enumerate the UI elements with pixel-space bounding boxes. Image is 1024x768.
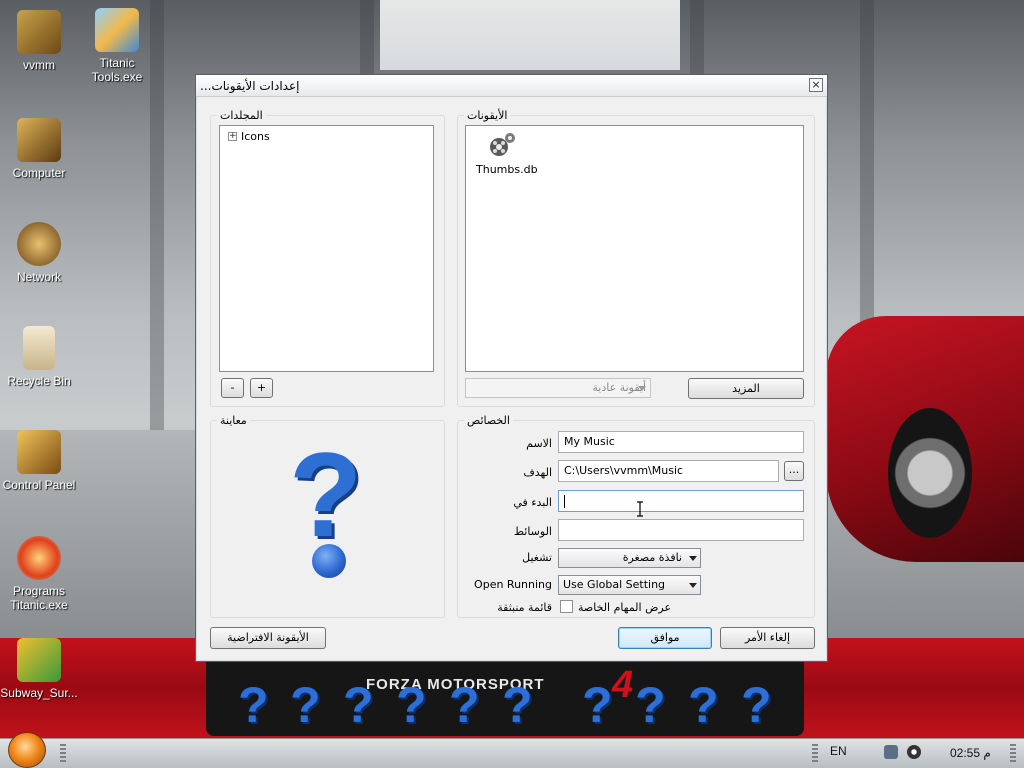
show-tasks-checkbox[interactable] <box>560 600 573 613</box>
desktop-icon-control-panel[interactable]: Control Panel <box>0 430 78 492</box>
desktop-icon-titanic-tools[interactable]: Titanic Tools.exe <box>78 8 156 84</box>
desktop-icon-vvmm[interactable]: vvmm <box>0 10 78 72</box>
dialog-titlebar[interactable]: إعدادات الأيقونات... × <box>196 75 827 97</box>
dialog-title: إعدادات الأيقونات... <box>200 79 300 93</box>
question-mark-icon: ? <box>343 677 374 733</box>
start-in-label: البدء في <box>513 496 552 509</box>
icons-list[interactable]: Thumbs.db <box>465 125 804 372</box>
text-cursor-icon <box>637 501 643 517</box>
properties-group-label: الخصائص <box>464 414 513 427</box>
desktop-icon-subway-surfers[interactable]: Subway_Sur... <box>0 638 78 700</box>
preview-group-label: معاينة <box>217 414 250 427</box>
name-field[interactable]: My Music <box>558 431 804 453</box>
icons-group: الأيقونات Thumbs.db أيقونة عادية المزيد <box>457 109 815 407</box>
tools-icon <box>95 8 139 52</box>
preview-question-dot <box>312 544 346 578</box>
control-panel-icon <box>17 430 61 474</box>
chevron-down-icon <box>689 556 697 561</box>
gear-film-icon <box>490 133 515 156</box>
desktop-icon-label: Subway_Sur... <box>0 686 78 700</box>
popup-menu-label: قائمة منبثقة <box>497 601 552 614</box>
add-folder-button[interactable]: + <box>250 378 273 398</box>
open-running-label: Open Running <box>474 578 552 591</box>
arguments-label: الوسائط <box>513 525 552 538</box>
desktop-icon-computer[interactable]: Computer <box>0 118 78 180</box>
question-mark-icon: ? <box>741 677 772 733</box>
cancel-button[interactable]: إلغاء الأمر <box>720 627 815 649</box>
question-mark-icon: ? <box>582 677 613 733</box>
icon-settings-dialog: إعدادات الأيقونات... × المجلدات + Icons … <box>195 74 828 662</box>
remove-folder-button[interactable]: - <box>221 378 244 398</box>
desktop-icon-programs-titanic[interactable]: Programs Titanic.exe <box>0 536 78 612</box>
run-value: نافذة مصغرة <box>622 551 682 564</box>
taskbar <box>0 738 1024 768</box>
question-mark-icon: ? <box>290 677 321 733</box>
desktop-icon-label: Control Panel <box>2 478 76 492</box>
desktop-icon-label: vvmm <box>23 58 55 72</box>
run-label: تشغيل <box>522 551 552 564</box>
taskbar-grip[interactable] <box>60 744 66 762</box>
user-folder-icon <box>17 10 61 54</box>
desktop-icon-recycle-bin[interactable]: Recycle Bin <box>0 326 78 388</box>
car-wheel <box>888 408 972 538</box>
close-button[interactable]: × <box>809 78 823 92</box>
show-tasks-label: عرض المهام الخاصة <box>578 601 672 614</box>
question-mark-icon: ? <box>449 677 480 733</box>
computer-icon <box>17 118 61 162</box>
folders-tree[interactable]: + Icons <box>219 125 434 372</box>
question-mark-icon: ? <box>396 677 427 733</box>
preview-question-icon: ? <box>289 428 363 562</box>
chevron-down-icon <box>689 583 697 588</box>
desktop-icon-label: Recycle Bin <box>7 374 71 388</box>
question-mark-icon: ? <box>635 677 666 733</box>
network-icon <box>17 222 61 266</box>
tree-item-label: Icons <box>241 130 270 143</box>
desktop-icon-label: Computer <box>12 166 66 180</box>
desktop-icon-label: Network <box>16 270 61 284</box>
browse-button[interactable]: ... <box>784 461 804 481</box>
target-field[interactable]: C:\Users\vvmm\Music <box>558 460 779 482</box>
question-mark-icon: ? <box>238 677 269 733</box>
expand-icon[interactable]: + <box>228 132 237 141</box>
tree-item-icons[interactable]: + Icons <box>228 130 270 143</box>
desktop-icon-network[interactable]: Network <box>0 222 78 284</box>
properties-group: الخصائص الاسم My Music الهدف C:\Users\vv… <box>457 414 815 618</box>
programs-icon <box>17 536 61 580</box>
clock[interactable]: 02:55 م <box>950 746 991 760</box>
name-label: الاسم <box>526 437 552 450</box>
ok-button[interactable]: موافق <box>618 627 712 649</box>
question-mark-icon: ? <box>688 677 719 733</box>
language-indicator[interactable]: EN <box>830 744 847 758</box>
forza-logo-number: 4 <box>612 664 634 706</box>
open-running-value: Use Global Setting <box>563 578 666 591</box>
taskbar-grip[interactable] <box>812 744 818 762</box>
target-label: الهدف <box>523 466 552 479</box>
preview-group: معاينة ? <box>210 414 445 618</box>
folders-group-label: المجلدات <box>217 109 266 122</box>
start-in-field[interactable] <box>558 490 804 512</box>
start-button[interactable] <box>8 732 46 768</box>
show-desktop-grip[interactable] <box>1010 744 1016 762</box>
icon-item-label: Thumbs.db <box>476 163 538 176</box>
icon-item-thumbs[interactable]: Thumbs.db <box>476 130 538 176</box>
desktop-icon-label: Titanic Tools.exe <box>91 56 143 84</box>
run-dropdown[interactable]: نافذة مصغرة <box>558 548 701 568</box>
icons-group-label: الأيقونات <box>464 109 511 122</box>
network-tray-icon[interactable] <box>884 745 898 759</box>
open-running-dropdown[interactable]: Use Global Setting <box>558 575 701 595</box>
subway-surfers-icon <box>17 638 61 682</box>
skylight <box>380 0 680 70</box>
icon-type-dropdown: أيقونة عادية <box>465 378 651 398</box>
chevron-down-icon <box>638 386 646 391</box>
desktop-icon-label: Programs Titanic.exe <box>10 584 68 612</box>
default-icon-button[interactable]: الأيقونة الافتراضية <box>210 627 326 649</box>
text-caret <box>564 494 565 508</box>
more-button[interactable]: المزيد <box>688 378 804 399</box>
recycle-bin-icon <box>23 326 55 370</box>
folders-group: المجلدات + Icons - + <box>210 109 445 407</box>
question-mark-icon: ? <box>502 677 533 733</box>
arguments-field[interactable] <box>558 519 804 541</box>
volume-tray-icon[interactable] <box>907 745 921 759</box>
